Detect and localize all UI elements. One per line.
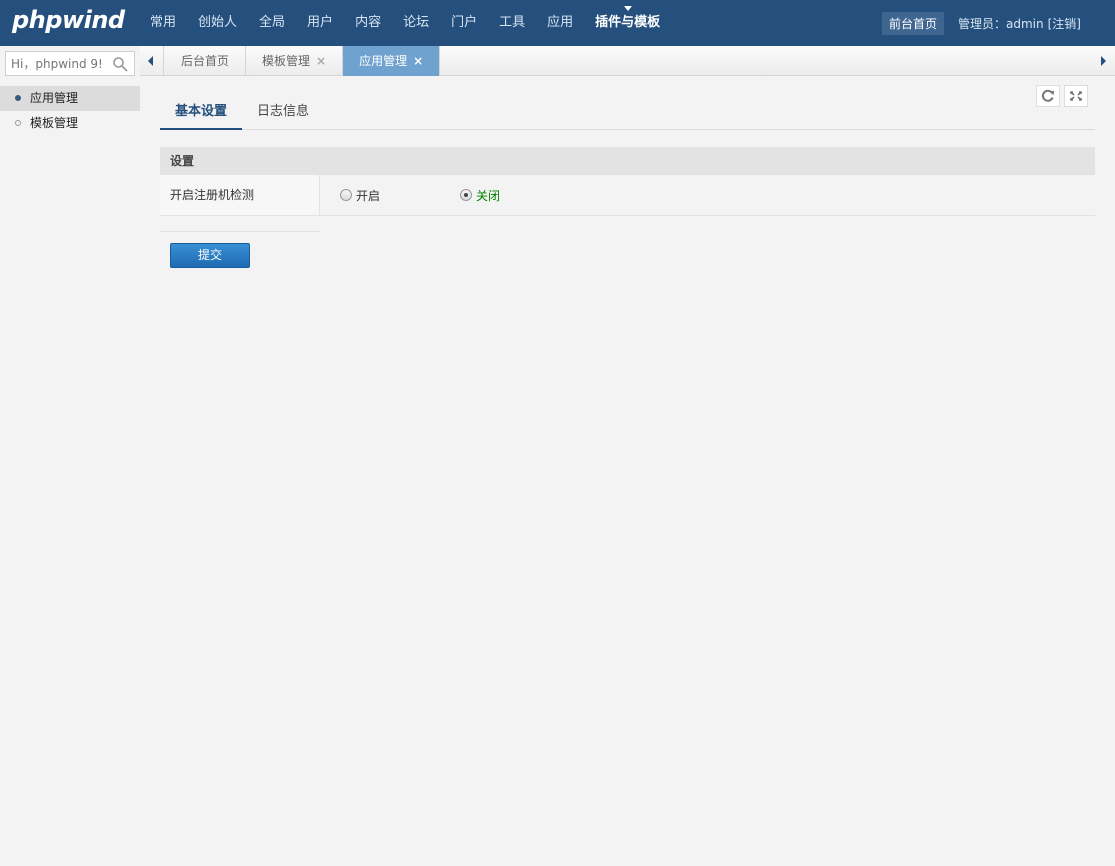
radio-label: 开启 (356, 188, 381, 203)
radio-label: 关闭 (476, 188, 501, 203)
phpwind-logo[interactable]: phpwind (12, 6, 125, 34)
tab-basic-settings[interactable]: 基本设置 (160, 97, 243, 130)
bullet-filled-icon (15, 95, 21, 101)
radio-unchecked-icon (340, 189, 352, 201)
arrow-right-icon (1101, 56, 1106, 66)
sidebar-item-template-manage[interactable]: 模板管理 (0, 111, 140, 136)
nav-item-label: 插件与模板 (595, 15, 661, 30)
frontend-home-link[interactable]: 前台首页 (881, 12, 944, 35)
radio-checked-icon (460, 189, 472, 201)
nav-item-content[interactable]: 内容 (345, 0, 391, 46)
nav-item-common[interactable]: 常用 (140, 0, 186, 46)
tabs: 后台首页 模板管理 × 应用管理 × (165, 46, 441, 76)
tab-log-info[interactable]: 日志信息 (242, 97, 324, 130)
tab-label: 后台首页 (181, 54, 230, 68)
tab-label: 模板管理 (262, 54, 311, 68)
logout-link[interactable]: [注销] (1048, 15, 1081, 32)
radio-disable[interactable]: 关闭 (460, 187, 500, 204)
submit-button[interactable]: 提交 (170, 243, 250, 268)
nav-item-global[interactable]: 全局 (249, 0, 295, 46)
search-icon[interactable] (112, 56, 128, 72)
button-area-divider (160, 231, 320, 232)
sub-tabs: 基本设置 日志信息 (160, 97, 1095, 130)
close-icon[interactable]: × (413, 46, 423, 76)
top-header: phpwind 常用 创始人 全局 用户 内容 论坛 门户 工具 应用 插件与模… (0, 0, 1115, 46)
sidebar-item-app-manage[interactable]: 应用管理 (0, 86, 140, 111)
admin-label: 管理员： (958, 17, 1007, 31)
nav-item-portal[interactable]: 门户 (441, 0, 487, 46)
tab-admin-home[interactable]: 后台首页 (165, 46, 247, 76)
radio-enable[interactable]: 开启 (340, 187, 460, 204)
nav-item-forum[interactable]: 论坛 (393, 0, 439, 46)
sidebar-item-label: 应用管理 (30, 91, 79, 105)
arrow-left-icon (148, 56, 153, 66)
sidebar: 应用管理 模板管理 (0, 46, 140, 866)
admin-name[interactable]: admin (1006, 17, 1044, 31)
tab-app-manage[interactable]: 应用管理 × (343, 46, 441, 76)
nav-item-apps[interactable]: 应用 (537, 0, 583, 46)
main-nav: 常用 创始人 全局 用户 内容 论坛 门户 工具 应用 插件与模板 (140, 0, 672, 46)
tab-scroll-right-button[interactable] (1091, 46, 1115, 76)
section-title: 设置 (160, 147, 1095, 175)
nav-item-founder[interactable]: 创始人 (188, 0, 247, 46)
tab-label: 应用管理 (359, 54, 408, 68)
main-content: 基本设置 日志信息 设置 开启注册机检测 开启 关闭 提交 (140, 77, 1115, 866)
radio-group: 开启 关闭 (340, 175, 500, 215)
close-icon[interactable]: × (316, 46, 326, 76)
form-row-register-detect: 开启注册机检测 开启 关闭 (160, 175, 1095, 216)
search-box (5, 51, 135, 76)
nav-item-tools[interactable]: 工具 (489, 0, 535, 46)
active-caret-icon (623, 6, 632, 11)
bullet-hollow-icon (15, 120, 21, 126)
search-input[interactable] (6, 52, 106, 75)
header-right: 前台首页 管理员： admin [注销] (881, 12, 1081, 35)
tab-template-manage[interactable]: 模板管理 × (246, 46, 344, 76)
sidebar-item-label: 模板管理 (30, 116, 79, 130)
nav-item-plugins-templates[interactable]: 插件与模板 (585, 0, 670, 46)
tab-bar: 后台首页 模板管理 × 应用管理 × (140, 46, 1115, 76)
side-menu: 应用管理 模板管理 (0, 86, 140, 136)
nav-item-users[interactable]: 用户 (297, 0, 343, 46)
row-label: 开启注册机检测 (160, 175, 320, 215)
tab-scroll-left-button[interactable] (140, 46, 164, 76)
